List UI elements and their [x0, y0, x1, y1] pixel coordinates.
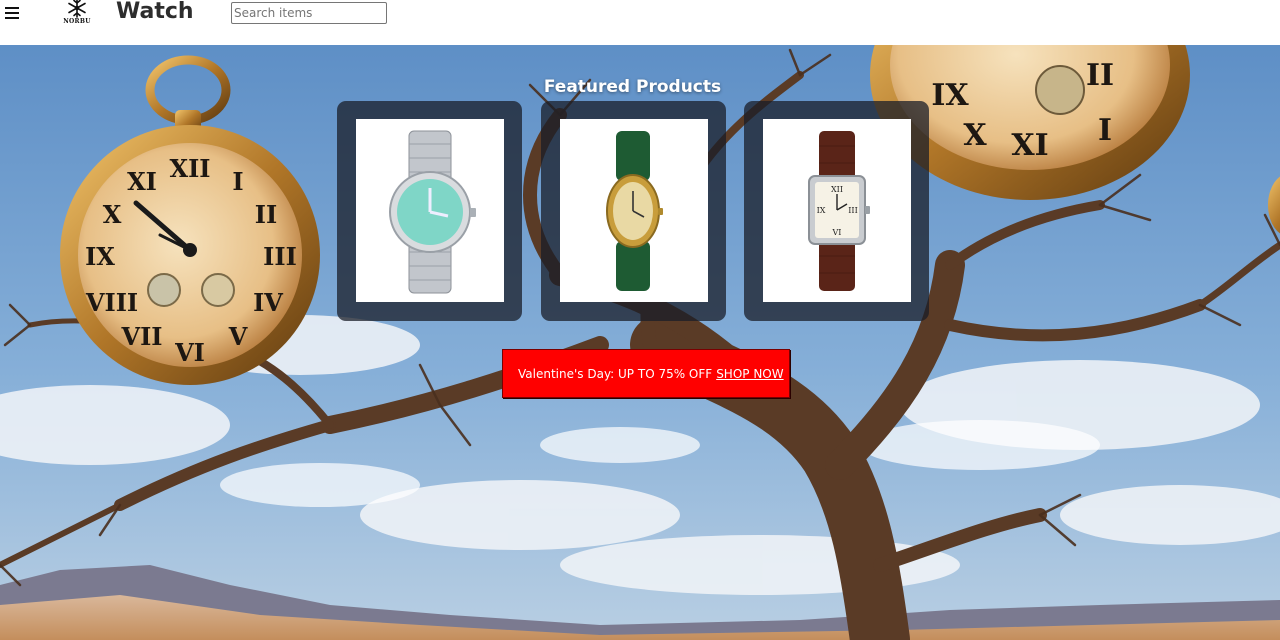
square-watch-brown-strap-icon: XII VI IX III — [808, 130, 870, 291]
hamburger-menu-icon[interactable] — [5, 5, 21, 21]
svg-text:VIII: VIII — [85, 288, 138, 317]
svg-text:II: II — [255, 200, 277, 229]
featured-products-heading: Featured Products — [543, 77, 722, 97]
svg-text:VI: VI — [174, 338, 205, 367]
svg-text:XI: XI — [1011, 128, 1048, 163]
search-input[interactable] — [231, 2, 387, 24]
svg-text:III: III — [263, 242, 297, 271]
logo-wordmark: NORBU — [63, 18, 91, 25]
svg-text:IX: IX — [817, 206, 826, 215]
product-card[interactable]: XII VI IX III — [744, 101, 929, 321]
site-header: NORBU Watch — [0, 0, 1280, 45]
product-image — [356, 119, 504, 302]
svg-text:I: I — [1098, 113, 1112, 148]
svg-text:XII: XII — [169, 154, 210, 183]
svg-text:X: X — [963, 118, 987, 153]
svg-text:V: V — [228, 322, 248, 351]
svg-text:X: X — [103, 200, 122, 229]
promo-text: Valentine's Day: UP TO 75% OFF — [518, 366, 713, 381]
product-card[interactable] — [337, 101, 522, 321]
product-image — [560, 119, 708, 302]
svg-text:IX: IX — [85, 242, 115, 271]
page-title: Watch — [116, 0, 194, 24]
svg-text:III: III — [848, 206, 857, 215]
shop-now-link[interactable]: SHOP NOW — [716, 367, 783, 381]
svg-text:IV: IV — [253, 288, 283, 317]
gold-oval-watch-green-strap-icon — [606, 130, 663, 291]
svg-text:XI: XI — [127, 167, 157, 196]
svg-text:I: I — [232, 167, 243, 196]
svg-text:VI: VI — [832, 228, 842, 237]
product-card[interactable] — [541, 101, 726, 321]
svg-text:XII: XII — [831, 185, 843, 194]
svg-text:VII: VII — [120, 322, 162, 351]
product-image: XII VI IX III — [763, 119, 911, 302]
snowflake-logo-icon — [68, 0, 86, 18]
promo-banner: Valentine's Day: UP TO 75% OFF SHOP NOW — [502, 349, 790, 398]
brand-logo[interactable]: NORBU — [59, 0, 95, 28]
silver-watch-mint-dial-icon — [389, 130, 476, 293]
